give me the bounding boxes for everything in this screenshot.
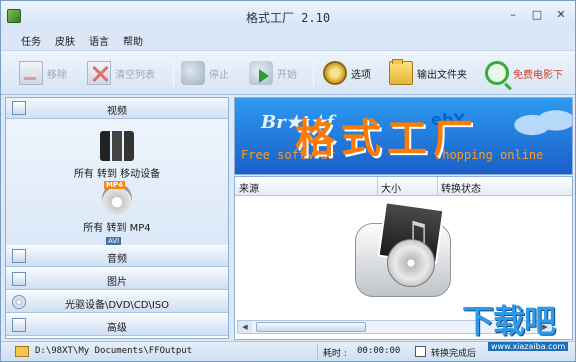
mp4-icon: MP4 (102, 181, 132, 215)
format-factory-logo: ♫ (345, 201, 455, 305)
options-label: 选项 (351, 69, 371, 81)
site-watermark-text: 下载吧 (462, 302, 556, 340)
menu-task[interactable]: 任务 (21, 33, 41, 48)
category-rom-label: 光驱设备\DVD\CD\ISO (64, 300, 170, 311)
category-advanced[interactable]: 高级 (6, 315, 228, 336)
mobile-device-icon (100, 131, 134, 161)
start-button[interactable]: 开始 (249, 59, 297, 87)
column-status[interactable]: 转换状态 (441, 180, 481, 195)
elapsed-time: 00:00:00 (357, 346, 401, 356)
video-format-list: 所有 转到 移动设备 MP4 所有 转到 MP4 AVI ▼ (6, 119, 228, 259)
column-divider[interactable] (437, 177, 438, 196)
output-folder-label: 输出文件夹 (417, 69, 467, 81)
clear-list-button[interactable]: 清空列表 (87, 59, 155, 87)
toolbar-divider (313, 59, 314, 87)
elapsed-time-label: 耗时 : (323, 349, 347, 359)
window-title: 格式工厂 2.10 (245, 11, 331, 25)
format-mobile[interactable]: 所有 转到 移动设备 (6, 131, 228, 180)
scroll-left-icon[interactable]: ◀ (238, 321, 252, 333)
menu-bar: 任务 皮肤 语言 帮助 (1, 31, 575, 51)
remove-button[interactable]: 移除 (19, 59, 67, 87)
free-movies-label: 免费电影下 (513, 69, 563, 81)
category-image-label: 图片 (107, 277, 127, 288)
toolbar: 移除 清空列表 停止 开始 选项 输出文件夹 免费电影下 (1, 51, 575, 95)
window-controls: – □ ✕ (505, 7, 569, 23)
start-icon (249, 61, 273, 85)
remove-icon (19, 61, 43, 85)
stop-icon (181, 61, 205, 85)
start-label: 开始 (277, 69, 297, 81)
shutdown-checkbox[interactable] (415, 346, 426, 357)
clear-list-icon (87, 61, 111, 85)
ad-banner[interactable]: Br★t★f Free softw ar ebY shopping online… (234, 97, 573, 175)
site-watermark: 下载吧 www.xiazaiba.com (462, 296, 574, 360)
close-icon[interactable]: ✕ (553, 7, 569, 23)
scrollbar-thumb[interactable] (256, 322, 366, 332)
gear-icon (323, 61, 347, 85)
clear-list-label: 清空列表 (115, 69, 155, 81)
category-rom[interactable]: 光驱设备\DVD\CD\ISO (6, 292, 228, 313)
toolbar-divider (173, 59, 174, 87)
maximize-icon[interactable]: □ (529, 7, 545, 23)
logo-disc (387, 239, 435, 287)
world-map-graphic (505, 102, 572, 148)
format-mp4-label: 所有 转到 MP4 (83, 223, 151, 234)
task-list-header: 来源 大小 转换状态 (235, 177, 572, 196)
site-watermark-url: www.xiazaiba.com (488, 342, 569, 351)
stop-button[interactable]: 停止 (181, 59, 229, 87)
column-divider[interactable] (377, 177, 378, 196)
folder-icon (389, 59, 413, 85)
category-audio-label: 音频 (107, 254, 127, 265)
output-path: D:\98XT\My Documents\FFOutput (35, 346, 193, 356)
menu-skin[interactable]: 皮肤 (55, 33, 75, 48)
format-mobile-label: 所有 转到 移动设备 (73, 169, 161, 180)
column-size[interactable]: 大小 (381, 180, 401, 195)
banner-title: 格式工厂 (295, 116, 479, 162)
category-video-label: 视频 (107, 106, 127, 117)
options-button[interactable]: 选项 (323, 59, 371, 87)
format-mp4[interactable]: MP4 所有 转到 MP4 (6, 181, 228, 234)
output-folder-button[interactable]: 输出文件夹 (389, 59, 467, 87)
category-panel: 视频 所有 转到 移动设备 MP4 所有 转到 MP4 AVI ▼ 音频 图片 (5, 97, 229, 339)
category-audio[interactable]: 音频 (6, 246, 228, 267)
folder-icon[interactable] (15, 346, 29, 357)
category-video[interactable]: 视频 (6, 98, 228, 119)
stop-label: 停止 (209, 69, 229, 81)
remove-label: 移除 (47, 69, 67, 81)
menu-help[interactable]: 帮助 (123, 33, 143, 48)
title-bar: 格式工厂 2.10 – □ ✕ (1, 1, 575, 31)
menu-language[interactable]: 语言 (89, 33, 109, 48)
free-movies-button[interactable]: 免费电影下 (485, 59, 563, 87)
mp4-badge: MP4 (104, 181, 125, 189)
column-source[interactable]: 来源 (239, 180, 259, 195)
category-image[interactable]: 图片 (6, 269, 228, 290)
avi-badge[interactable]: AVI (106, 237, 122, 245)
category-advanced-label: 高级 (107, 323, 127, 334)
status-divider (317, 344, 318, 360)
minimize-icon[interactable]: – (505, 7, 521, 23)
magnifier-icon (485, 61, 509, 85)
